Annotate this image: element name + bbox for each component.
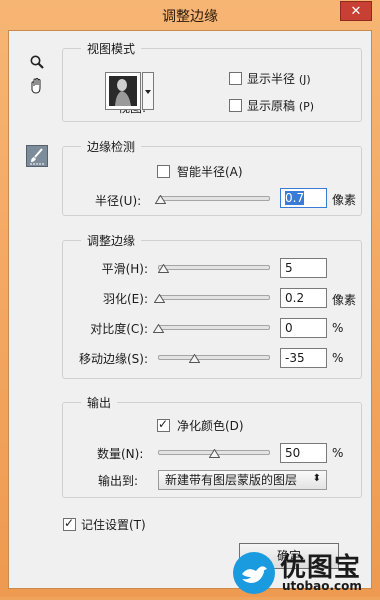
output-group: 输出 净化颜色(D) 数量(N): 50 % 输出到: 新建带有图层蒙版的图层 … xyxy=(62,394,362,498)
shift-edge-input[interactable]: -35 xyxy=(280,348,327,368)
contrast-unit: % xyxy=(332,321,344,335)
decontaminate-label: 净化颜色(D) xyxy=(177,419,244,433)
smooth-slider-thumb[interactable] xyxy=(157,262,170,273)
dialog-title: 调整边缘 xyxy=(162,9,218,25)
edge-detection-group: 边缘检测 智能半径(A) 半径(U): 0.7 像素 xyxy=(62,138,362,216)
smart-radius-checkbox[interactable] xyxy=(157,165,170,178)
adjust-edge-title: 调整边缘 xyxy=(81,232,142,249)
amount-input[interactable]: 50 xyxy=(280,443,327,463)
contrast-slider-track[interactable] xyxy=(158,325,270,330)
contrast-input[interactable]: 0 xyxy=(280,318,327,338)
smooth-label: 平滑(H): xyxy=(101,262,148,276)
smart-radius-label: 智能半径(A) xyxy=(177,165,243,179)
remember-settings-checkbox[interactable] xyxy=(63,516,76,531)
amount-unit: % xyxy=(332,446,344,460)
smooth-slider-track[interactable] xyxy=(158,265,270,270)
shift-edge-slider-track[interactable] xyxy=(158,355,270,360)
title-bar[interactable]: 调整边缘 ✕ xyxy=(0,0,380,30)
feather-input[interactable]: 0.2 xyxy=(280,288,327,308)
feather-slider-thumb[interactable] xyxy=(153,292,166,303)
show-radius-label: 显示半径 (J) xyxy=(247,72,311,86)
radius-slider-thumb[interactable] xyxy=(154,193,167,204)
feather-unit: 像素 xyxy=(332,293,357,307)
view-mode-group: 视图模式 视图: 显示半径 (J) 显示原稿 (P) xyxy=(62,40,362,122)
output-to-value: 新建带有图层蒙版的图层 xyxy=(165,473,298,487)
watermark: 优图宝 utobao.com xyxy=(230,541,380,597)
contrast-label: 对比度(C): xyxy=(90,322,148,336)
output-to-label: 输出到: xyxy=(98,474,139,488)
refine-radius-brush-icon[interactable] xyxy=(26,145,48,167)
feather-slider-track[interactable] xyxy=(158,295,270,300)
shift-edge-slider-thumb[interactable] xyxy=(188,352,201,363)
refine-edge-dialog: 调整边缘 ✕ 视图模式 视图: 显示半径 (J) xyxy=(0,0,380,597)
view-mode-title: 视图模式 xyxy=(81,40,142,57)
shift-edge-label: 移动边缘(S): xyxy=(78,352,148,366)
show-radius-checkbox[interactable] xyxy=(229,72,242,85)
show-original-label: 显示原稿 (P) xyxy=(247,99,315,113)
smooth-input[interactable]: 5 xyxy=(280,258,327,278)
amount-label: 数量(N): xyxy=(97,447,144,461)
view-thumbnail-image xyxy=(109,76,137,106)
radius-unit: 像素 xyxy=(332,193,357,207)
watermark-url: utobao.com xyxy=(282,579,362,593)
hand-icon[interactable] xyxy=(26,75,48,97)
close-button[interactable]: ✕ xyxy=(340,1,372,21)
dialog-body: 视图模式 视图: 显示半径 (J) 显示原稿 (P) 边缘检测 智能半径(A) … xyxy=(8,30,372,589)
adjust-edge-group: 调整边缘 平滑(H): 5 羽化(E): 0.2 像素 对比度(C): 0 % … xyxy=(62,232,362,379)
view-thumbnail[interactable] xyxy=(105,72,141,110)
radius-label: 半径(U): xyxy=(95,194,142,208)
zoom-icon[interactable] xyxy=(26,51,48,73)
contrast-slider-thumb[interactable] xyxy=(152,322,164,333)
shift-edge-unit: % xyxy=(332,351,344,365)
amount-slider-thumb[interactable] xyxy=(208,447,220,458)
view-dropdown-button[interactable] xyxy=(142,72,154,110)
output-title: 输出 xyxy=(81,394,118,411)
decontaminate-checkbox[interactable] xyxy=(157,417,170,432)
edge-detection-title: 边缘检测 xyxy=(81,138,142,155)
output-to-select[interactable]: 新建带有图层蒙版的图层 ⬍ xyxy=(158,470,327,490)
radius-input[interactable]: 0.7 xyxy=(280,188,327,208)
feather-label: 羽化(E): xyxy=(103,292,148,306)
remember-settings-label: 记住设置(T) xyxy=(81,518,146,532)
select-updown-icon: ⬍ xyxy=(312,473,321,484)
radius-slider-track[interactable] xyxy=(158,196,270,201)
show-original-checkbox[interactable] xyxy=(229,99,242,112)
